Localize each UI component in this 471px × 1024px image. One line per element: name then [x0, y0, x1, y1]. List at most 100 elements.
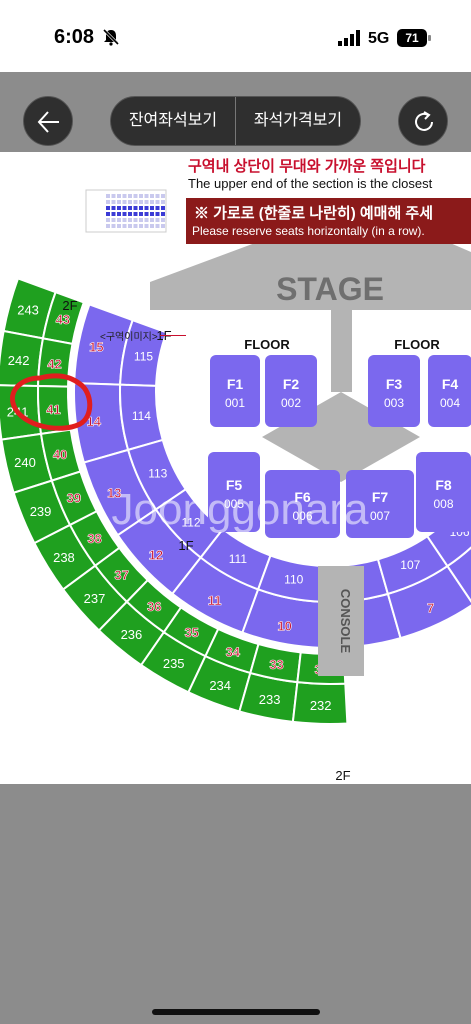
legend-seat [117, 212, 121, 216]
section-1f-number: 111 [229, 552, 248, 566]
legend-seat [144, 200, 149, 204]
seat-price-button[interactable]: 좌석가격보기 [236, 97, 360, 145]
legend-seat [133, 212, 138, 216]
legend-seat [106, 218, 110, 222]
legend-seat [161, 206, 165, 210]
floor-section-code: F1 [227, 376, 244, 392]
legend-seat [111, 200, 116, 204]
watermark: Joonggonara [112, 485, 369, 534]
section-1f-number: 113 [148, 466, 167, 480]
legend-seat [106, 212, 110, 216]
battery-icon: 71 [397, 29, 427, 47]
legend-seat [150, 212, 154, 216]
legend-seat [111, 212, 116, 216]
legend-seat [161, 218, 165, 222]
legend-seat [133, 218, 138, 222]
back-button[interactable] [23, 96, 73, 146]
battery-level: 71 [405, 31, 419, 45]
legend-seat [144, 218, 149, 222]
legend-seat [139, 212, 143, 216]
legend-seat [133, 224, 138, 228]
legend-seat [128, 224, 132, 228]
floor-section-code: F3 [386, 376, 403, 392]
arrow-left-icon [37, 111, 59, 133]
legend-seat [144, 224, 149, 228]
seat-map: 243 43 242 42 241 41 240 40 239 39 238 38 237 37 236 36… [0, 152, 471, 784]
legend-seat [155, 206, 160, 210]
section-2f-tag: 37 [114, 567, 128, 582]
section-2f-tag: 33 [269, 657, 283, 672]
legend-seat [128, 194, 132, 198]
legend-seat [128, 206, 132, 210]
legend-seat [133, 194, 138, 198]
legend-seat [128, 212, 132, 216]
legend-seat [155, 194, 160, 198]
legend-seat [150, 206, 154, 210]
legend-seat [111, 224, 116, 228]
floor-label-right: FLOOR [394, 337, 440, 352]
section-2f-tag: 38 [87, 531, 101, 546]
legend-seat [139, 224, 143, 228]
legend-seat [111, 194, 116, 198]
refresh-icon [415, 111, 433, 131]
section-2f-number: 243 [17, 302, 39, 317]
section-1f-number: 115 [134, 350, 153, 364]
view-toggle: 잔여좌석보기 좌석가격보기 [110, 96, 361, 146]
bottom-panel [0, 784, 471, 1024]
floor-section-number: 003 [384, 396, 404, 410]
signal-icon [338, 30, 360, 46]
legend-seat [117, 224, 121, 228]
stage-label: STAGE [276, 271, 384, 307]
section-1f-number: 107 [400, 558, 420, 572]
status-bar: 6:08 5G 71 [0, 0, 471, 72]
legend-seat [117, 200, 121, 204]
section-2f-number: 238 [53, 550, 75, 565]
legend-seat [128, 218, 132, 222]
legend-seat [133, 206, 138, 210]
section-2f-number: 237 [84, 591, 106, 606]
section-1f-tag: 7 [427, 601, 434, 616]
section-2f-number: 234 [209, 678, 231, 693]
refresh-button[interactable] [398, 96, 448, 146]
floor-label-left: FLOOR [244, 337, 290, 352]
legend-seat [144, 212, 149, 216]
legend-seat [150, 224, 154, 228]
legend-seat [161, 224, 165, 228]
legend-seat [161, 194, 165, 198]
legend-seat [139, 206, 143, 210]
legend-seat [122, 194, 127, 198]
section-1f-tag: 12 [149, 547, 163, 562]
legend-seat [106, 194, 110, 198]
legend-seat [122, 224, 127, 228]
section-1f-number: 110 [284, 573, 303, 587]
level-1f-label-bottom: 1F [178, 538, 193, 553]
section-2f-number: 233 [259, 692, 281, 707]
level-2f-label-bottom: 2F [335, 768, 350, 783]
section-2f-number: 239 [30, 504, 52, 519]
battery-cap [428, 35, 431, 41]
floor-section-code: F8 [435, 477, 452, 493]
section-1f-number: 114 [132, 409, 151, 423]
floor-section-code: F7 [372, 489, 389, 505]
floor-section-code: F2 [283, 376, 300, 392]
legend-title: <구역이미지> [100, 332, 158, 343]
notice-english: The upper end of the section is the clos… [188, 176, 433, 191]
section-2f-number: 240 [14, 455, 36, 470]
floor-section-number: 008 [433, 497, 453, 511]
notice-korean: 구역내 상단이 무대와 가까운 쪽입니다 [188, 158, 426, 175]
home-indicator [152, 1009, 320, 1015]
floor-section-code: F4 [442, 376, 459, 392]
console-label: CONSOLE [338, 589, 353, 654]
section-2f-tag: 34 [226, 644, 241, 659]
seat-map-svg: 24343242 42241 412404023939238382373723636… [0, 189, 471, 783]
floor-section-number: 001 [225, 396, 245, 410]
legend-seat [122, 206, 127, 210]
floor-section-number: 007 [370, 509, 390, 523]
section-2f-tag: 35 [184, 625, 198, 640]
legend-seat [139, 194, 143, 198]
legend-seat [133, 200, 138, 204]
section-1f-tag: 10 [277, 619, 291, 634]
section-2f-number: 236 [121, 627, 143, 642]
legend-seat [117, 194, 121, 198]
remaining-seats-button[interactable]: 잔여좌석보기 [111, 97, 235, 145]
